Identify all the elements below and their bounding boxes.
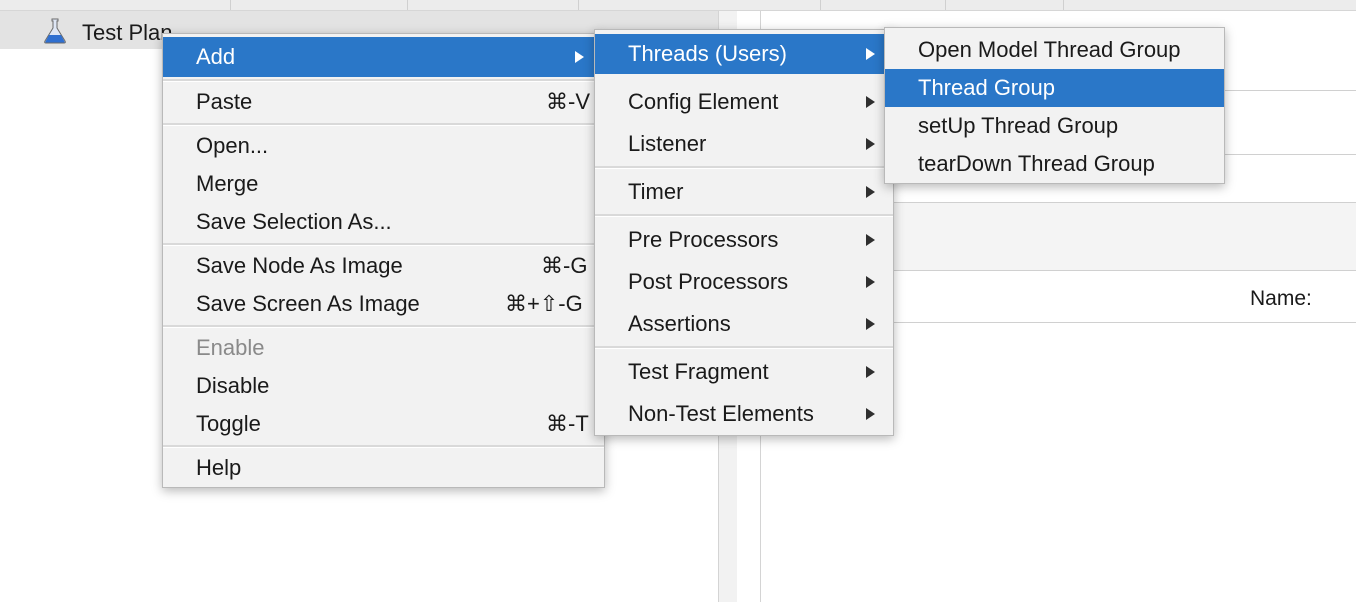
menu-item-toggle[interactable]: Toggle ⌘-T — [163, 405, 604, 443]
menu-separator — [595, 166, 893, 169]
menu-item-label: Thread Group — [918, 75, 1055, 100]
menu-item-label: Save Screen As Image — [196, 291, 420, 316]
menu-item-label: Threads (Users) — [628, 41, 787, 66]
submenu-arrow-icon — [866, 186, 875, 198]
context-menu: Add Paste ⌘-V Open... Merge Save Selecti… — [162, 33, 605, 488]
menu-item-teardown-thread-group[interactable]: tearDown Thread Group — [885, 145, 1224, 183]
menu-item-disable[interactable]: Disable — [163, 367, 604, 405]
menu-separator — [595, 346, 893, 349]
menu-item-label: Open... — [196, 133, 269, 158]
menu-item-thread-group[interactable]: Thread Group — [885, 69, 1224, 107]
menu-item-label: Post Processors — [628, 269, 789, 294]
menu-item-threads-users[interactable]: Threads (Users) — [595, 34, 893, 74]
tree-node-label: Test Plan — [82, 20, 173, 45]
submenu-arrow-icon — [866, 138, 875, 150]
menu-item-label: Merge — [196, 171, 259, 196]
menu-item-label: Open Model Thread Group — [918, 37, 1181, 62]
menu-item-label: Disable — [196, 373, 270, 398]
menu-item-save-screen-as-image[interactable]: Save Screen As Image ⌘+⇧-G — [163, 285, 604, 323]
menu-item-label: Non-Test Elements — [628, 401, 814, 426]
menu-separator — [163, 325, 604, 328]
menu-item-label: Listener — [628, 131, 707, 156]
menu-item-label: Help — [196, 455, 242, 480]
submenu-arrow-icon — [575, 51, 584, 63]
submenu-arrow-icon — [866, 48, 875, 60]
menu-item-open-model-thread-group[interactable]: Open Model Thread Group — [885, 31, 1224, 69]
menu-item-shortcut: ⌘-T — [546, 411, 589, 436]
name-field-label: Name: — [1250, 287, 1312, 310]
menu-item-label: Toggle — [196, 411, 261, 436]
menu-item-label: Test Fragment — [628, 359, 769, 384]
menu-separator — [595, 214, 893, 217]
menu-item-pre-processors[interactable]: Pre Processors — [595, 221, 893, 259]
menu-item-label: Pre Processors — [628, 227, 779, 252]
menu-item-label: Save Node As Image — [196, 253, 403, 278]
menu-item-save-selection-as[interactable]: Save Selection As... — [163, 203, 604, 241]
menu-item-label: Timer — [628, 179, 684, 204]
submenu-arrow-icon — [866, 318, 875, 330]
toolbar-divider — [230, 0, 231, 10]
submenu-arrow-icon — [866, 96, 875, 108]
menu-separator — [163, 123, 604, 126]
menu-item-non-test-elements[interactable]: Non-Test Elements — [595, 395, 893, 433]
submenu-arrow-icon — [866, 408, 875, 420]
submenu-arrow-icon — [866, 234, 875, 246]
menu-separator — [163, 445, 604, 448]
menu-item-assertions[interactable]: Assertions — [595, 305, 893, 343]
menu-item-open[interactable]: Open... — [163, 127, 604, 165]
menu-item-shortcut: ⌘-G — [541, 253, 588, 278]
menu-item-shortcut: ⌘+⇧-G — [505, 291, 583, 316]
submenu-arrow-icon — [866, 276, 875, 288]
menu-item-config-element[interactable]: Config Element — [595, 83, 893, 121]
toolbar-divider — [1063, 0, 1064, 10]
menu-item-label: Save Selection As... — [196, 209, 392, 234]
menu-item-label: Add — [196, 44, 236, 69]
toolbar-divider — [578, 0, 579, 10]
menu-item-test-fragment[interactable]: Test Fragment — [595, 353, 893, 391]
top-toolbar-strip — [0, 0, 1356, 11]
menu-item-merge[interactable]: Merge — [163, 165, 604, 203]
threads-submenu: Open Model Thread Group Thread Group set… — [884, 27, 1225, 184]
toolbar-divider — [407, 0, 408, 10]
menu-item-label: Paste — [196, 89, 253, 114]
menu-item-listener[interactable]: Listener — [595, 125, 893, 163]
menu-separator — [163, 243, 604, 246]
submenu-arrow-icon — [866, 366, 875, 378]
menu-item-label: tearDown Thread Group — [918, 151, 1155, 176]
menu-item-shortcut: ⌘-V — [546, 89, 590, 114]
toolbar-divider — [945, 0, 946, 10]
menu-item-paste[interactable]: Paste ⌘-V — [163, 83, 604, 121]
menu-item-label: Assertions — [628, 311, 731, 336]
menu-item-post-processors[interactable]: Post Processors — [595, 263, 893, 301]
toolbar-divider — [820, 0, 821, 10]
menu-item-setup-thread-group[interactable]: setUp Thread Group — [885, 107, 1224, 145]
menu-item-label: setUp Thread Group — [918, 113, 1119, 138]
menu-item-add[interactable]: Add — [163, 37, 604, 77]
menu-item-timer[interactable]: Timer — [595, 173, 893, 211]
flask-icon — [44, 18, 66, 44]
menu-item-label: Enable — [196, 335, 265, 360]
add-submenu: Threads (Users) Config Element Listener … — [594, 29, 894, 436]
menu-separator — [163, 79, 604, 82]
menu-item-label: Config Element — [628, 89, 779, 114]
menu-item-enable: Enable — [163, 329, 604, 367]
menu-item-help[interactable]: Help — [163, 449, 604, 487]
menu-item-save-node-as-image[interactable]: Save Node As Image ⌘-G — [163, 247, 604, 285]
